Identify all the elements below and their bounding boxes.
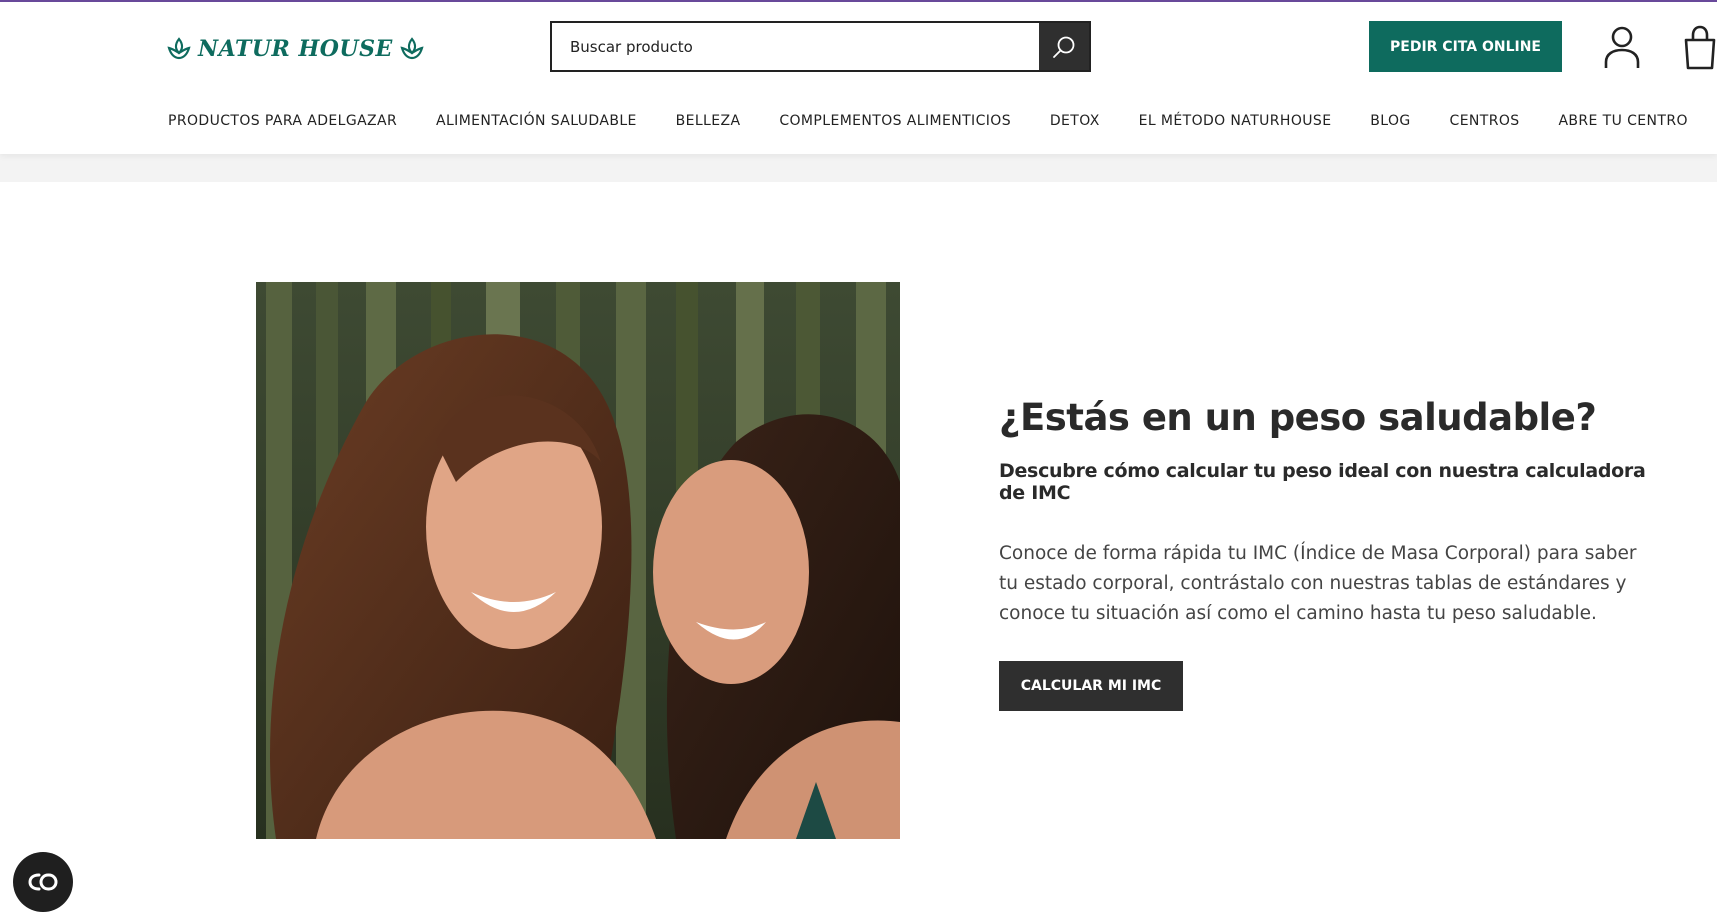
book-appointment-button[interactable]: PEDIR CITA ONLINE: [1369, 21, 1562, 72]
bmi-promo: ¿Estás en un peso saludable? Descubre có…: [999, 396, 1659, 712]
nav-item-centros[interactable]: CENTROS: [1450, 113, 1520, 129]
main-nav: PRODUCTOS PARA ADELGAZAR ALIMENTACIÓN SA…: [168, 110, 1688, 132]
nav-item-alimentacion-saludable[interactable]: ALIMENTACIÓN SALUDABLE: [436, 113, 637, 129]
search-button[interactable]: [1039, 23, 1089, 70]
nav-item-belleza[interactable]: BELLEZA: [676, 113, 741, 129]
nav-item-detox[interactable]: DETOX: [1050, 113, 1100, 129]
shopping-bag-icon[interactable]: [1680, 24, 1717, 70]
site-header: NATUR HOUSE PEDIR CITA ONLINE PRODUCTOS …: [0, 2, 1717, 154]
leaf-icon: [400, 37, 424, 60]
nav-item-metodo-naturhouse[interactable]: EL MÉTODO NATURHOUSE: [1139, 113, 1332, 129]
nav-item-abre-tu-centro[interactable]: ABRE TU CENTRO: [1558, 113, 1687, 129]
search-bar: [550, 21, 1091, 72]
accessibility-icon: [28, 873, 58, 891]
logo-text: NATUR HOUSE: [198, 36, 393, 62]
nav-item-blog[interactable]: BLOG: [1370, 113, 1410, 129]
two-women-photo: [256, 282, 900, 839]
section-subtitle: Descubre cómo calcular tu peso ideal con…: [999, 460, 1646, 505]
nav-item-productos-adelgazar[interactable]: PRODUCTOS PARA ADELGAZAR: [168, 113, 397, 129]
user-icon[interactable]: [1602, 24, 1642, 70]
leaf-icon: [167, 37, 191, 60]
header-shadow-band: [0, 154, 1717, 182]
search-input[interactable]: [552, 23, 1039, 70]
nav-item-complementos[interactable]: COMPLEMENTOS ALIMENTICIOS: [779, 113, 1011, 129]
hero-image: [256, 282, 900, 839]
naturhouse-logo[interactable]: NATUR HOUSE: [166, 32, 425, 66]
page-title: ¿Estás en un peso saludable?: [999, 396, 1597, 439]
calculate-bmi-button[interactable]: CALCULAR MI IMC: [999, 661, 1183, 712]
search-icon: [1053, 36, 1075, 58]
accessibility-button[interactable]: [13, 852, 73, 912]
section-description: Conoce de forma rápida tu IMC (Índice de…: [999, 543, 1637, 625]
